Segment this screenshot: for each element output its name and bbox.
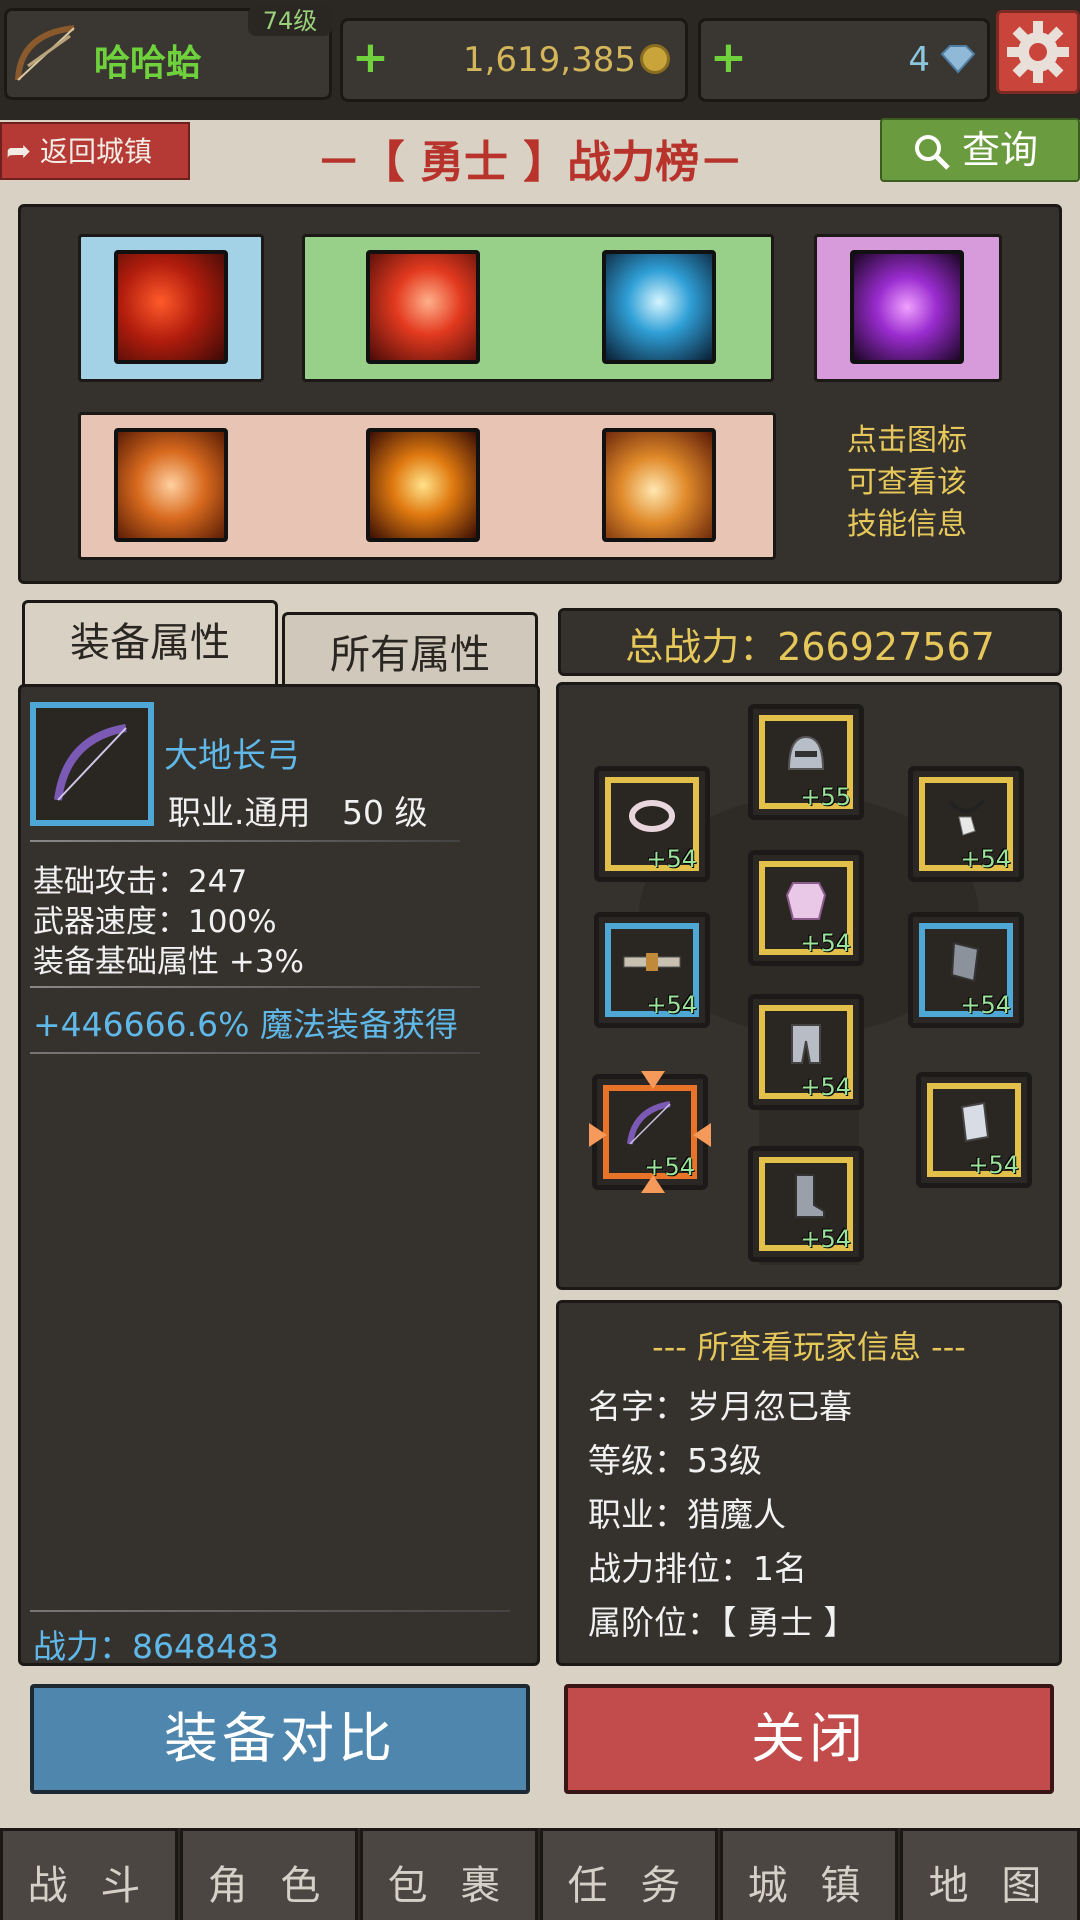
search-button[interactable]: 查询	[880, 118, 1080, 182]
attr-base-bonus: 装备基础属性 +3%	[33, 944, 305, 980]
equip-slot-helmet[interactable]: +55	[748, 704, 864, 820]
back-to-town-button[interactable]: ➦ 返回城镇	[0, 122, 190, 180]
skill-hint: 点击图标 可查看该 技能信息	[812, 420, 1002, 546]
nav-tab-town[interactable]: 城 镇	[720, 1828, 898, 1920]
selection-arrow-icon	[693, 1123, 711, 1147]
skill-icon-shadow-figure[interactable]	[850, 250, 964, 364]
diamond-icon	[938, 44, 978, 78]
belt-icon	[623, 952, 681, 971]
boots-icon	[795, 1173, 825, 1218]
nav-tab-battle[interactable]: 战 斗	[0, 1828, 178, 1920]
back-arrow-icon: ➦	[6, 134, 32, 169]
attr-weapon-speed: 武器速度：100%	[33, 904, 277, 940]
equip-slot-boots[interactable]: +54	[748, 1146, 864, 1262]
equip-slot-leggings[interactable]: +54	[748, 994, 864, 1110]
player-info-header: --- 所查看玩家信息 ---	[652, 1328, 966, 1366]
equip-slot-bracer[interactable]: +54	[908, 912, 1024, 1028]
total-power: 总战力：266927567	[625, 625, 995, 669]
equip-slot-belt[interactable]: +54	[594, 912, 710, 1028]
skill-icon-target[interactable]	[366, 428, 480, 542]
helmet-icon	[787, 735, 825, 770]
add-gold-button[interactable]: +	[352, 32, 389, 83]
equip-level: +54	[800, 1225, 851, 1253]
skill-hint-line: 点击图标	[847, 423, 967, 458]
diamond-amount: 4	[908, 40, 930, 80]
equip-level: +54	[800, 1073, 851, 1101]
purple-bow-icon	[54, 724, 127, 801]
divider	[30, 1610, 510, 1612]
necklace-icon	[947, 799, 985, 836]
skill-icon-fireballs[interactable]	[602, 428, 716, 542]
item-icon-frame[interactable]	[30, 702, 154, 826]
equip-slot-gauntlet[interactable]: +54	[916, 1072, 1032, 1188]
equip-slot-bow-selected[interactable]: +54	[589, 1071, 711, 1193]
tab-all-attrs[interactable]: 所有属性	[282, 612, 538, 686]
divider	[30, 840, 460, 842]
compare-equipment-button[interactable]: 装备对比	[30, 1684, 530, 1794]
item-class-level: 职业.通用 50 级	[168, 793, 428, 832]
player-rank-line: 战力排位：1名	[588, 1549, 807, 1588]
selection-arrow-icon	[589, 1123, 607, 1147]
bracer-icon	[950, 941, 980, 982]
close-button[interactable]: 关闭	[564, 1684, 1054, 1794]
nav-tab-map[interactable]: 地 图	[900, 1828, 1080, 1920]
add-diamond-button[interactable]: +	[710, 32, 747, 83]
skill-icon-chains[interactable]	[114, 428, 228, 542]
attr-magic-find: +446666.6% 魔法装备获得	[33, 1005, 458, 1044]
ring-icon	[629, 799, 675, 832]
equip-level: +55	[800, 783, 851, 811]
equip-level: +54	[800, 929, 851, 957]
skill-icon-arrow-rain[interactable]	[114, 250, 228, 364]
selection-arrow-icon	[641, 1071, 665, 1089]
search-icon	[915, 135, 950, 170]
skill-hint-line: 技能信息	[847, 507, 967, 542]
nav-tab-character[interactable]: 角 色	[180, 1828, 358, 1920]
equip-level: +54	[644, 1153, 695, 1181]
equip-level: +54	[646, 845, 697, 873]
equip-level: +54	[968, 1151, 1019, 1179]
page-title: －【 勇士 】战力榜－	[316, 137, 744, 188]
player-name: 哈哈蛤	[94, 43, 203, 84]
nav-tab-quests[interactable]: 任 务	[540, 1828, 718, 1920]
player-level-badge: 74级	[248, 6, 332, 36]
gauntlet-icon	[960, 1101, 990, 1142]
player-class-line: 职业：猎魔人	[588, 1495, 786, 1534]
armor-icon	[785, 881, 827, 920]
equip-slot-armor[interactable]: +54	[748, 850, 864, 966]
gold-amount: 1,619,385	[462, 40, 636, 80]
player-level-line: 等级：53级	[588, 1441, 762, 1480]
player-tier-line: 属阶位：【 勇士 】	[588, 1603, 857, 1642]
gear-icon	[1007, 21, 1069, 83]
attr-base-attack: 基础攻击：247	[33, 864, 248, 900]
nav-tab-inventory[interactable]: 包 裹	[360, 1828, 538, 1920]
player-name-line: 名字：岁月忽已暮	[588, 1387, 852, 1426]
item-name: 大地长弓	[164, 736, 300, 776]
back-label: 返回城镇	[40, 135, 153, 168]
bow-icon	[627, 1100, 671, 1145]
leggings-icon	[791, 1023, 821, 1064]
skill-hint-line: 可查看该	[847, 465, 967, 500]
skill-icon-flame-slash[interactable]	[366, 250, 480, 364]
divider	[30, 1052, 480, 1054]
gold-coin-icon	[640, 44, 670, 74]
equip-level: +54	[960, 991, 1011, 1019]
search-label: 查询	[962, 128, 1039, 172]
tab-equip-attrs[interactable]: 装备属性	[22, 600, 278, 686]
equip-slot-necklace[interactable]: +54	[908, 766, 1024, 882]
divider	[30, 986, 480, 988]
item-power: 战力：8648483	[33, 1627, 279, 1666]
equip-slot-ring[interactable]: +54	[594, 766, 710, 882]
skill-icon-ice-trident[interactable]	[602, 250, 716, 364]
equip-level: +54	[646, 991, 697, 1019]
bow-class-icon	[10, 20, 86, 90]
equip-level: +54	[960, 845, 1011, 873]
settings-gear-button[interactable]	[996, 10, 1080, 94]
